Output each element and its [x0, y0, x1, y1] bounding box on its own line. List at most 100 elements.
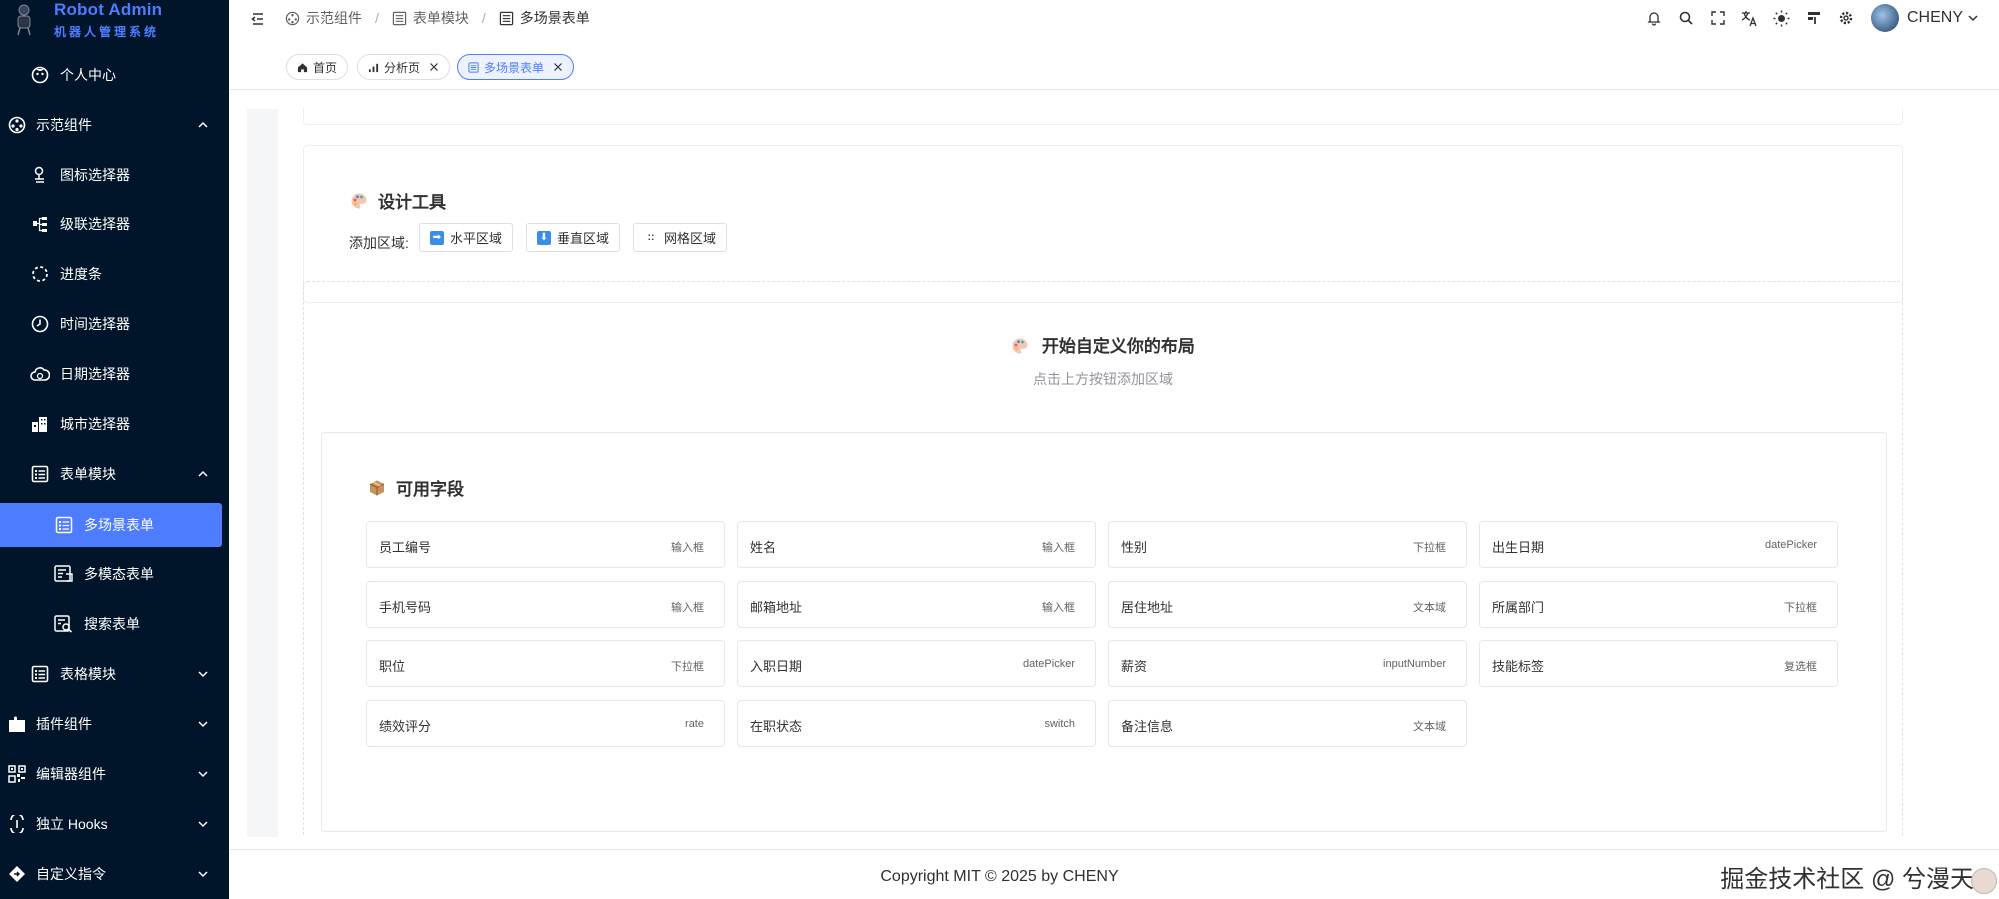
sidebar-item-directives[interactable]: 自定义指令	[0, 852, 229, 896]
field-item[interactable]: 姓名 输入框	[737, 521, 1096, 568]
sidebar-item-label: 表格模块	[60, 666, 116, 682]
chevron-up-icon	[198, 121, 208, 128]
username[interactable]: CHENY	[1907, 9, 1963, 27]
field-type: datePicker	[1765, 539, 1817, 551]
add-grid-area-button[interactable]: :: 网格区域	[633, 223, 728, 252]
form-icon	[30, 464, 50, 484]
design-tools-title-text: 设计工具	[378, 193, 446, 212]
breadcrumb-item[interactable]: 示范组件	[285, 8, 362, 28]
sidebar-item-label: 示范组件	[36, 117, 92, 133]
palette-icon	[351, 193, 367, 208]
avatar[interactable]	[1870, 4, 1899, 32]
field-item[interactable]: 在职状态 switch	[737, 700, 1096, 747]
sidebar-item-city-picker[interactable]: 城市选择器	[0, 402, 229, 446]
plugin-icon	[7, 714, 27, 734]
field-item[interactable]: 职位 下拉框	[366, 640, 725, 687]
field-name: 职位	[379, 659, 406, 674]
city-icon	[30, 414, 50, 434]
translate-icon[interactable]	[1741, 9, 1759, 27]
field-item[interactable]: 绩效评分 rate	[366, 700, 725, 747]
brand[interactable]: Robot Admin 机器人管理系统	[0, 0, 229, 44]
close-icon[interactable]	[429, 62, 439, 72]
field-name: 入职日期	[750, 659, 803, 674]
field-type: 文本域	[1413, 721, 1446, 733]
breadcrumb-item[interactable]: 表单模块	[392, 8, 469, 28]
field-name: 绩效评分	[379, 719, 432, 734]
sidebar-item-time-picker[interactable]: 时间选择器	[0, 302, 229, 346]
layout-canvas-title: 开始自定义你的布局	[304, 332, 1902, 357]
sidebar-item-cascader[interactable]: 级联选择器	[0, 202, 229, 246]
sidebar-item-progress[interactable]: 进度条	[0, 252, 229, 296]
arrow-down-icon: ⬇	[537, 230, 551, 245]
tab-analysis[interactable]: 分析页	[357, 54, 451, 80]
field-item[interactable]: 性别 下拉框	[1108, 521, 1467, 568]
grid-icon: ::	[647, 232, 655, 243]
chevron-down-icon	[198, 871, 208, 878]
sidebar-item-multi-scene-form[interactable]: 多场景表单	[0, 503, 222, 547]
breadcrumb-separator: /	[481, 10, 486, 26]
sidebar-item-table-module[interactable]: 表格模块	[0, 652, 229, 696]
field-item[interactable]: 薪资 inputNumber	[1108, 640, 1467, 687]
sidebar-item-hooks[interactable]: 独立 Hooks	[0, 802, 229, 846]
field-item[interactable]: 出生日期 datePicker	[1479, 521, 1838, 568]
sidebar-item-multimodal-form[interactable]: 多模态表单	[0, 552, 229, 596]
field-item[interactable]: 入职日期 datePicker	[737, 640, 1096, 687]
field-type: 下拉框	[1784, 602, 1817, 614]
sidebar-item-editors[interactable]: 编辑器组件	[0, 752, 229, 796]
close-icon[interactable]	[553, 62, 563, 72]
main-content: 设计工具 添加区域: ➡ 水平区域 ⬇ 垂直区域 :: 网格区域 开始自定义你的…	[229, 91, 1999, 899]
sidebar-item-profile[interactable]: 个人中心	[0, 53, 229, 97]
field-item[interactable]: 居住地址 文本域	[1108, 581, 1467, 628]
field-type: 输入框	[1042, 542, 1075, 554]
layout-canvas-title-text: 开始自定义你的布局	[1041, 337, 1195, 356]
field-item[interactable]: 手机号码 输入框	[366, 581, 725, 628]
sidebar-item-plugins[interactable]: 插件组件	[0, 702, 229, 746]
sidebar-item-form-module[interactable]: 表单模块	[0, 452, 229, 496]
field-item[interactable]: 备注信息 文本域	[1108, 700, 1467, 747]
sidebar-item-demo-components[interactable]: 示范组件	[0, 103, 229, 147]
field-item[interactable]: 邮箱地址 输入框	[737, 581, 1096, 628]
chevron-down-icon[interactable]	[1967, 12, 1979, 24]
add-vertical-area-button[interactable]: ⬇ 垂直区域	[526, 223, 621, 252]
chart-icon	[368, 63, 379, 72]
fullscreen-icon[interactable]	[1709, 9, 1727, 27]
hooks-icon	[7, 814, 27, 834]
layout-canvas[interactable]: 开始自定义你的布局 点击上方按钮添加区域 可用字段 员工编号 输入框 姓名 输入框 …	[303, 281, 1903, 837]
design-tools-card: 设计工具 添加区域: ➡ 水平区域 ⬇ 垂直区域 :: 网格区域	[303, 145, 1903, 303]
previous-card	[303, 108, 1903, 125]
breadcrumb-item-current: 多场景表单	[499, 8, 590, 28]
field-type: 输入框	[1042, 602, 1075, 614]
tab-label: 分析页	[384, 60, 421, 75]
chevron-down-icon	[198, 821, 208, 828]
add-horizontal-area-button[interactable]: ➡ 水平区域	[419, 223, 514, 252]
field-item[interactable]: 所属部门 下拉框	[1479, 581, 1838, 628]
field-name: 备注信息	[1121, 719, 1174, 734]
button-label: 水平区域	[450, 231, 503, 246]
clock-icon	[30, 314, 50, 334]
theme-sun-icon[interactable]	[1773, 9, 1791, 27]
sidebar-item-label: 插件组件	[36, 716, 92, 732]
search-icon[interactable]	[1677, 9, 1695, 27]
multimodal-form-icon	[54, 564, 74, 584]
collapse-sidebar-icon[interactable]	[249, 10, 267, 28]
field-item[interactable]: 员工编号 输入框	[366, 521, 725, 568]
sidebar-item-label: 多模态表单	[84, 566, 154, 582]
button-label: 网格区域	[664, 231, 717, 246]
tab-multi-scene-form[interactable]: 多场景表单	[457, 54, 575, 80]
button-label: 垂直区域	[557, 231, 610, 246]
field-name: 邮箱地址	[750, 600, 803, 615]
tab-label: 多场景表单	[484, 60, 545, 75]
field-name: 居住地址	[1121, 600, 1174, 615]
search-form-icon	[54, 614, 74, 634]
form-designer-panel: 设计工具 添加区域: ➡ 水平区域 ⬇ 垂直区域 :: 网格区域 开始自定义你的…	[278, 108, 1992, 837]
sidebar-item-icon-picker[interactable]: 图标选择器	[0, 153, 229, 197]
bell-icon[interactable]	[1645, 9, 1663, 27]
tab-home[interactable]: 首页	[286, 54, 349, 80]
field-item[interactable]: 技能标签 复选框	[1479, 640, 1838, 687]
header: 示范组件 / 表单模块 / 多场景表单 CHENY	[229, 0, 1999, 38]
sidebar-item-search-form[interactable]: 搜索表单	[0, 602, 229, 646]
sidebar-item-date-picker[interactable]: 日期选择器	[0, 352, 229, 396]
settings-icon[interactable]	[1837, 9, 1855, 27]
watermark: 掘金技术社区 @ 兮漫天	[1720, 866, 1974, 893]
layout-icon[interactable]	[1805, 9, 1823, 27]
